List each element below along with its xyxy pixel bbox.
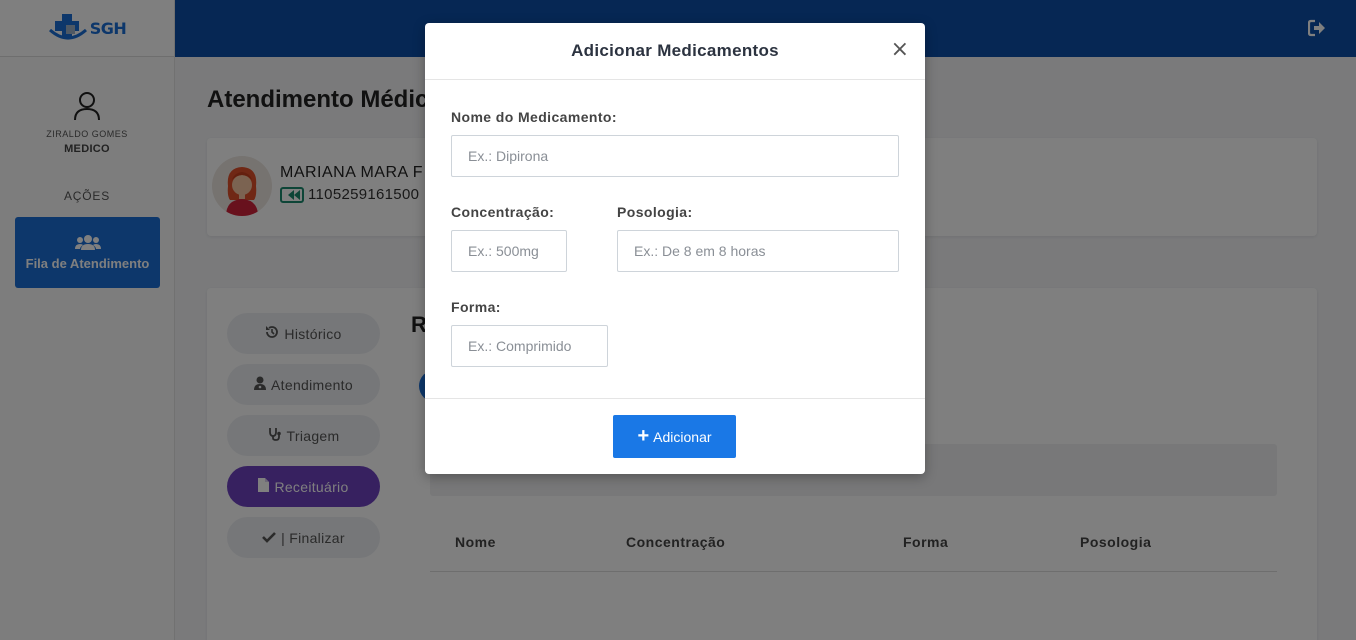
plus-icon: +	[637, 424, 650, 447]
concentration-label: Concentração:	[451, 204, 555, 220]
add-medication-modal: Adicionar Medicamentos × Nome do Medicam…	[425, 23, 925, 474]
modal-header: Adicionar Medicamentos ×	[425, 23, 925, 80]
form-label: Forma:	[451, 299, 501, 315]
medication-name-label: Nome do Medicamento:	[451, 109, 617, 125]
add-button[interactable]: + Adicionar	[613, 415, 736, 458]
close-icon[interactable]: ×	[891, 39, 909, 61]
modal-title: Adicionar Medicamentos	[571, 41, 779, 60]
add-button-label: Adicionar	[653, 428, 712, 445]
dosage-input[interactable]	[617, 230, 899, 272]
dosage-label: Posologia:	[617, 204, 693, 220]
concentration-input[interactable]	[451, 230, 567, 272]
modal-footer: + Adicionar	[425, 398, 925, 474]
medication-name-input[interactable]	[451, 135, 899, 177]
form-input[interactable]	[451, 325, 608, 367]
